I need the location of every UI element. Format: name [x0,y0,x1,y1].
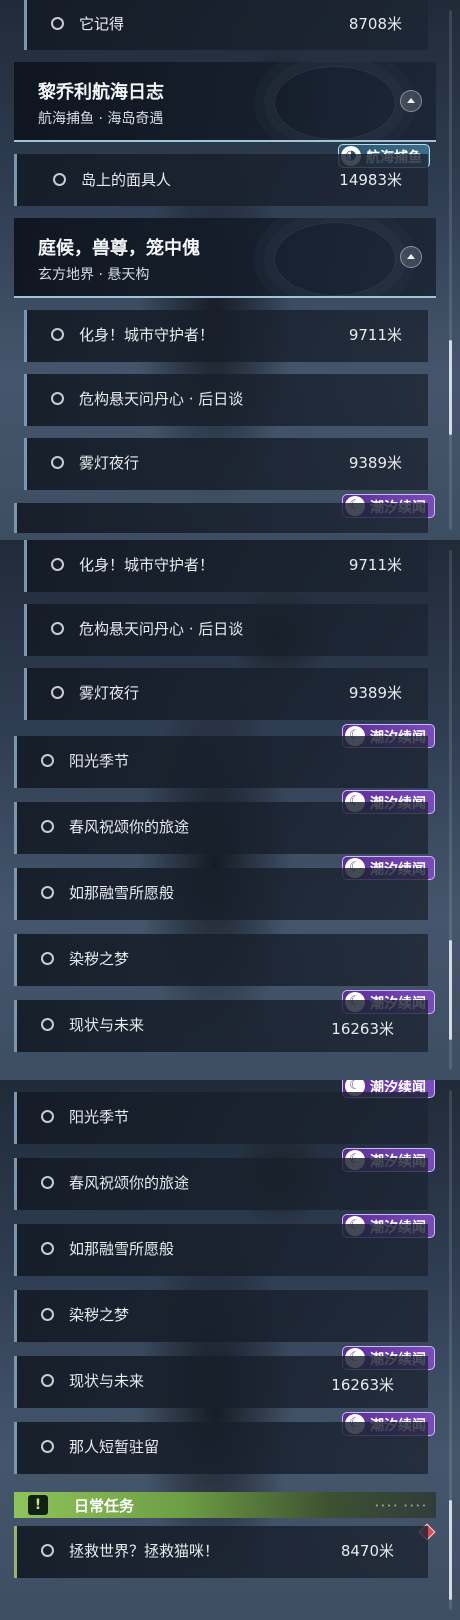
quest-name: 拯救世界？拯救猫咪！ [69,1542,220,1560]
quest-row[interactable] [14,503,428,533]
quest-status-circle-icon [51,622,64,635]
quest-row[interactable]: 雾灯夜行 9389米 [24,438,428,490]
quest-row[interactable]: 岛上的面具人 14983米 [14,154,428,206]
quest-name: 现状与未来 [69,1016,145,1034]
quest-row[interactable]: 春风祝颂你的旅途 [14,1158,428,1210]
decorative-dots: •••• •••• [374,1502,428,1510]
quest-name: 雾灯夜行 [79,454,140,472]
quest-group-subtitle: 玄方地界 · 悬天构 [38,267,150,283]
quest-row[interactable]: 那人短暂驻留 [14,1422,428,1474]
quest-status-circle-icon [51,17,64,30]
quest-name: 化身！城市守护者！ [79,556,215,574]
quest-name: 春风祝颂你的旅途 [69,818,190,836]
exclamation-icon: ! [28,1495,48,1515]
daily-quests-title: 日常任务 [74,1497,135,1515]
quest-distance: 14983米 [339,171,402,189]
quest-name: 那人短暂驻留 [69,1438,160,1456]
quest-distance: 9389米 [348,684,402,702]
quest-status-circle-icon [41,754,54,767]
quest-status-circle-icon [51,328,64,341]
quest-distance: 8470米 [340,1542,394,1560]
quest-name: 阳光季节 [69,1108,130,1126]
decorative-swirl [274,222,396,296]
quest-name: 雾灯夜行 [79,684,140,702]
scrollbar-thumb[interactable] [449,940,452,1040]
quest-status-circle-icon [41,1018,54,1031]
quest-row[interactable]: 危构悬天问丹心 · 后日谈 [24,604,428,656]
quest-row[interactable]: 现状与未来 16263米 [14,1356,428,1408]
scrollbar-thumb[interactable] [449,340,452,435]
quest-name: 现状与未来 [69,1372,145,1390]
quest-distance: 16263米 [331,1020,394,1038]
quest-row[interactable]: 化身！城市守护者！ 9711米 [24,310,428,362]
quest-status-circle-icon [51,456,64,469]
quest-status-circle-icon [41,1374,54,1387]
quest-name: 危构悬天问丹心 · 后日谈 [79,620,244,638]
quest-row[interactable]: 如那融雪所愿般 [14,1224,428,1276]
quest-name: 如那融雪所愿般 [69,1240,175,1258]
quest-status-circle-icon [41,1110,54,1123]
quest-row[interactable]: 如那融雪所愿般 [14,868,428,920]
collapse-toggle-icon[interactable] [400,246,422,268]
quest-row[interactable]: 化身！城市守护者！ 9711米 [24,540,428,592]
quest-status-circle-icon [41,1242,54,1255]
collapse-toggle-icon[interactable] [400,90,422,112]
quest-row[interactable]: 染秽之梦 [14,1290,428,1342]
quest-status-circle-icon [53,173,66,186]
scrollbar-track[interactable] [449,10,452,530]
quest-list-panel-3: ☾ 潮汐续闻 阳光季节 ☾ 潮汐续闻 春风祝颂你的旅途 ☾ 潮汐续闻 如那融雪所… [0,1080,460,1620]
quest-group-title: 庭候，兽尊，笼中傀 [38,238,200,259]
quest-row[interactable]: 染秽之梦 [14,934,428,986]
quest-status-circle-icon [51,392,64,405]
quest-distance: 9711米 [348,556,402,574]
quest-distance: 9711米 [348,326,402,344]
quest-status-circle-icon [41,886,54,899]
quest-row[interactable]: 现状与未来 16263米 [14,1000,428,1052]
quest-row[interactable]: 拯救世界？拯救猫咪！ 8470米 [14,1526,428,1578]
quest-status-circle-icon [51,686,64,699]
quest-row[interactable]: 它记得 8708米 [24,0,428,50]
quest-distance: 9389米 [348,454,402,472]
quest-name: 危构悬天问丹心 · 后日谈 [79,390,244,408]
quest-name: 它记得 [79,15,125,33]
quest-status-circle-icon [51,558,64,571]
scrollbar-thumb[interactable] [449,1500,452,1600]
quest-row[interactable]: 春风祝颂你的旅途 [14,802,428,854]
quest-name: 如那融雪所愿般 [69,884,175,902]
quest-name: 染秽之梦 [69,950,130,968]
quest-distance: 8708米 [348,15,402,33]
quest-list-panel-2: 化身！城市守护者！ 9711米 危构悬天问丹心 · 后日谈 雾灯夜行 9389米… [0,540,460,1080]
quest-status-circle-icon [41,1440,54,1453]
quest-status-circle-icon [41,1544,54,1557]
quest-name: 化身！城市守护者！ [79,326,215,344]
decorative-swirl [274,66,396,140]
quest-name: 春风祝颂你的旅途 [69,1174,190,1192]
quest-group-header[interactable]: 黎乔利航海日志 航海捕鱼 · 海岛奇遇 [14,62,436,142]
quest-status-circle-icon [41,820,54,833]
quest-status-circle-icon [41,952,54,965]
quest-status-circle-icon [41,1176,54,1189]
quest-distance: 16263米 [331,1376,394,1394]
quest-row[interactable]: 雾灯夜行 9389米 [24,668,428,720]
quest-group-header[interactable]: 庭候，兽尊，笼中傀 玄方地界 · 悬天构 [14,218,436,298]
quest-row[interactable]: 阳光季节 [14,736,428,788]
quest-list-panel-1: 它记得 8708米 黎乔利航海日志 航海捕鱼 · 海岛奇遇 ◑ 航海捕鱼 岛上的… [0,0,460,540]
quest-name: 岛上的面具人 [81,171,172,189]
quest-group-subtitle: 航海捕鱼 · 海岛奇遇 [38,111,164,127]
daily-quests-header[interactable]: ! 日常任务 •••• •••• [14,1492,436,1518]
quest-name: 阳光季节 [69,752,130,770]
quest-status-circle-icon [41,1308,54,1321]
quest-row[interactable]: 危构悬天问丹心 · 后日谈 [24,374,428,426]
quest-name: 染秽之梦 [69,1306,130,1324]
quest-group-title: 黎乔利航海日志 [38,82,164,103]
quest-row[interactable]: 阳光季节 [14,1092,428,1144]
